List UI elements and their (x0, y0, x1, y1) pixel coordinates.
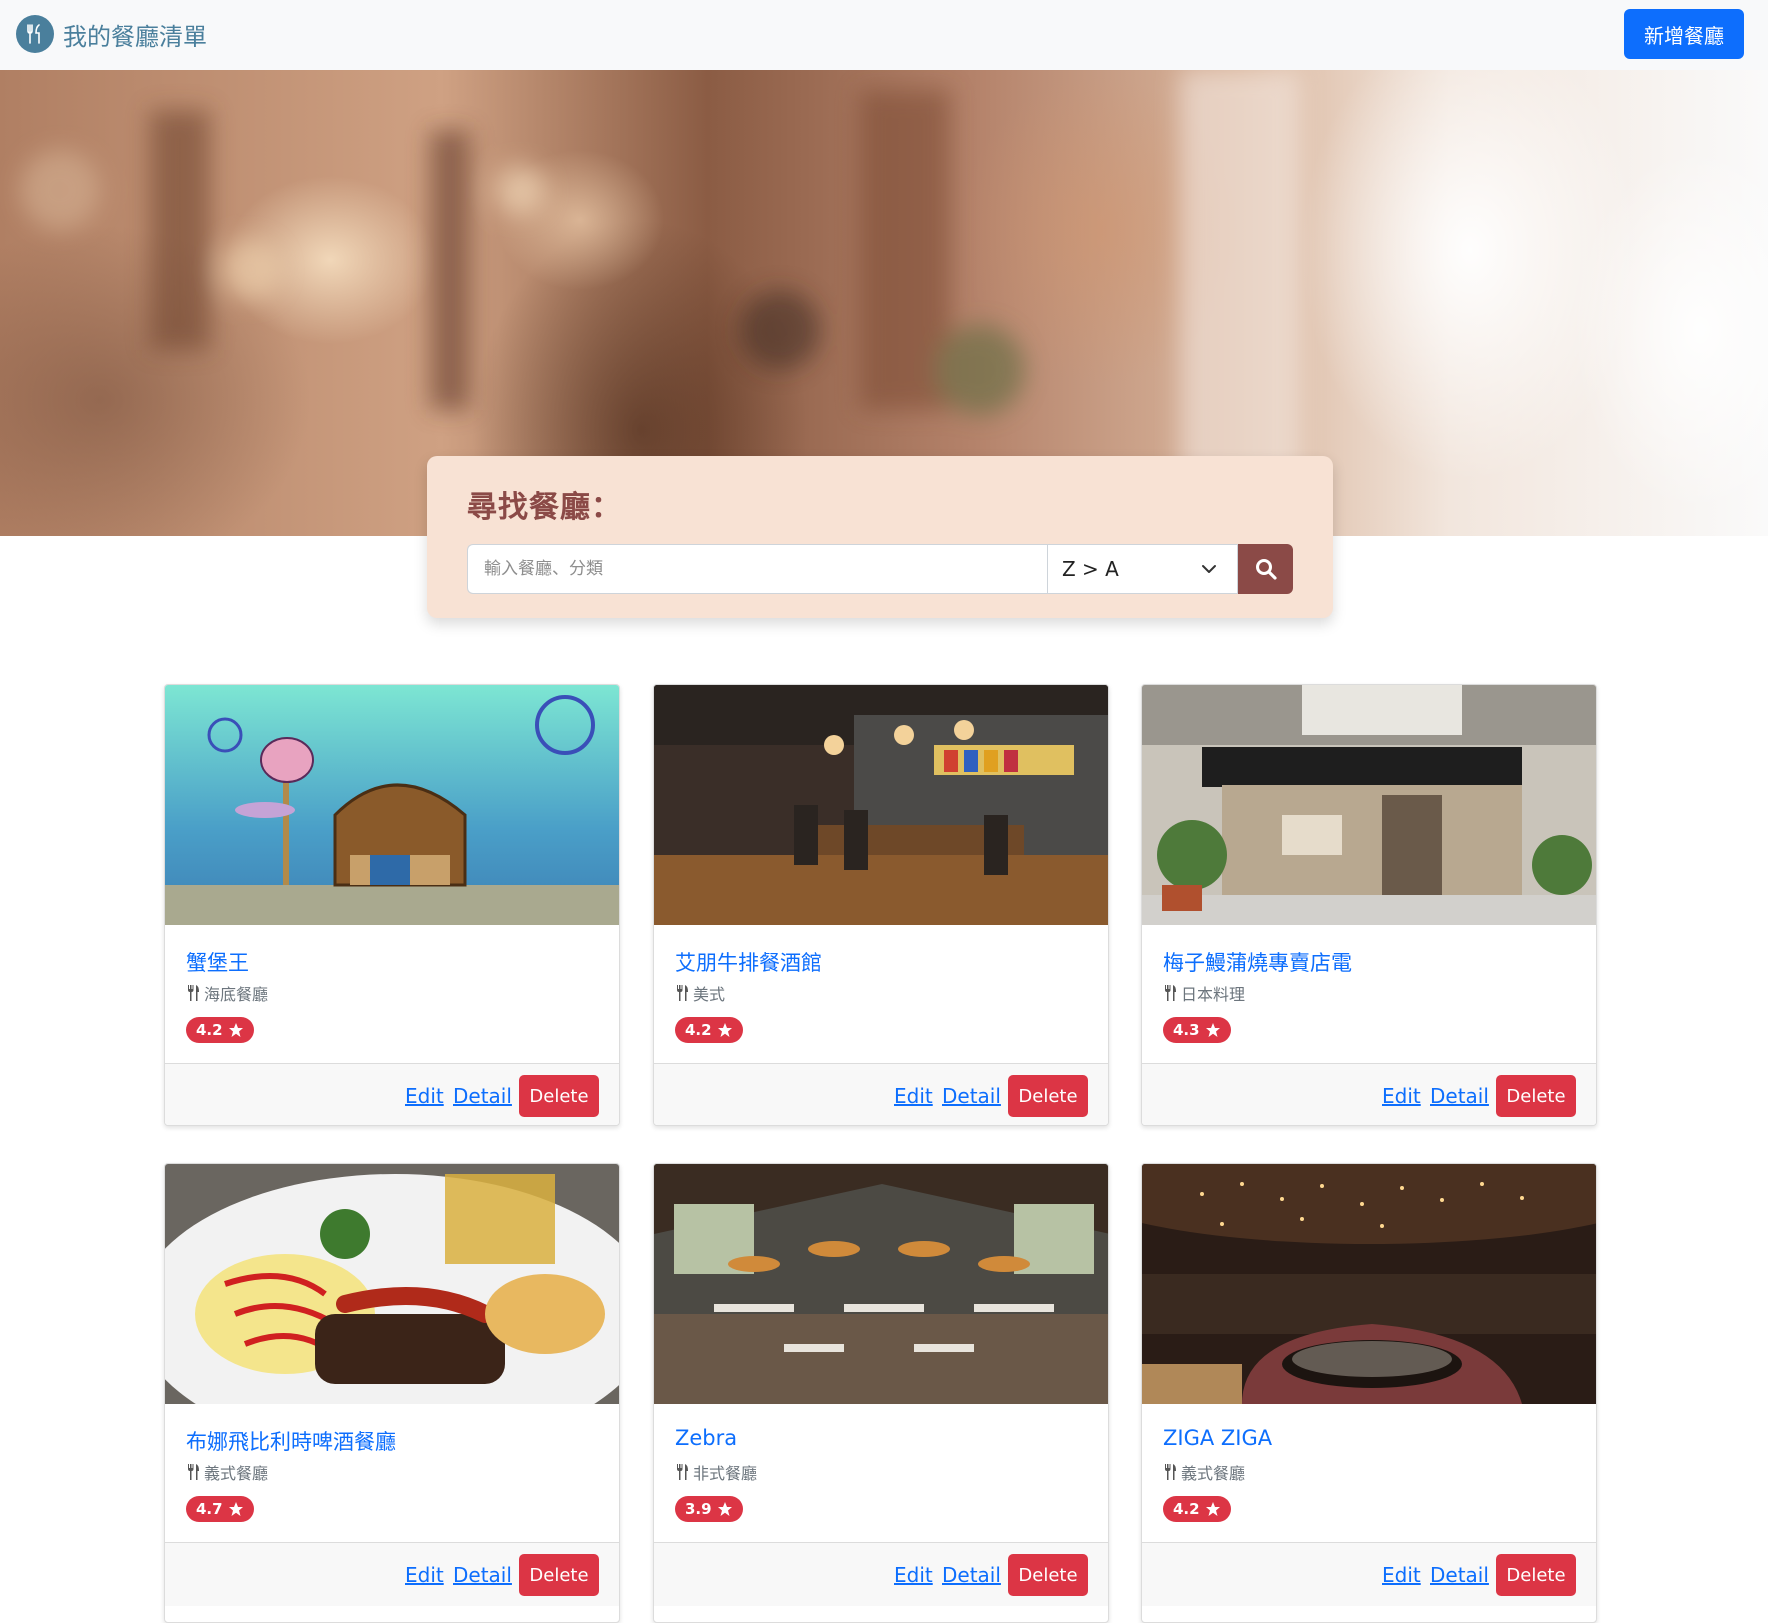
rating-value: 4.3 (1173, 1021, 1200, 1039)
restaurant-category: 海底餐廳 (186, 981, 268, 1005)
card-body: 蟹堡王 海底餐廳 4.2 (165, 925, 619, 1063)
edit-link[interactable]: Edit (1382, 1084, 1421, 1108)
search-input[interactable] (467, 544, 1047, 594)
rating-badge: 4.3 (1163, 1017, 1231, 1043)
card-footer: Edit Detail Delete (165, 1542, 619, 1606)
search-panel: 尋找餐廳： Z > A (427, 456, 1333, 618)
delete-button[interactable]: Delete (1008, 1554, 1088, 1596)
card-footer: Edit Detail Delete (654, 1542, 1108, 1606)
star-icon (717, 1023, 732, 1037)
restaurant-category-label: 義式餐廳 (1181, 1464, 1246, 1483)
card-footer: Edit Detail Delete (1142, 1542, 1596, 1606)
restaurant-name[interactable]: 艾朋牛排餐酒館 (675, 947, 822, 977)
brand-title: 我的餐廳清單 (63, 22, 207, 51)
rating-value: 4.2 (196, 1021, 223, 1039)
restaurant-category: 義式餐廳 (186, 1460, 268, 1484)
utensils-icon (188, 1464, 199, 1480)
edit-link[interactable]: Edit (894, 1563, 933, 1587)
restaurant-name[interactable]: Zebra (675, 1426, 737, 1450)
restaurant-name[interactable]: ZIGA ZIGA (1163, 1426, 1272, 1450)
edit-link[interactable]: Edit (1382, 1563, 1421, 1587)
restaurant-name[interactable]: 布娜飛比利時啤酒餐廳 (186, 1426, 396, 1456)
utensils-icon (1165, 985, 1176, 1001)
rating-value: 4.7 (196, 1500, 223, 1518)
delete-button[interactable]: Delete (519, 1554, 599, 1596)
card-footer: Edit Detail Delete (165, 1063, 619, 1125)
rating-value: 4.2 (1173, 1500, 1200, 1518)
card-footer: Edit Detail Delete (1142, 1063, 1596, 1125)
search-icon (1255, 559, 1277, 580)
detail-link[interactable]: Detail (942, 1563, 1001, 1587)
restaurant-name[interactable]: 梅子鰻蒲燒專賣店電 (1163, 947, 1352, 977)
star-icon (228, 1502, 243, 1516)
detail-link[interactable]: Detail (453, 1563, 512, 1587)
card-footer: Edit Detail Delete (654, 1063, 1108, 1125)
add-restaurant-button[interactable]: 新增餐廳 (1624, 9, 1744, 59)
search-title: 尋找餐廳： (467, 490, 622, 525)
rating-badge: 4.2 (1163, 1496, 1231, 1522)
edit-link[interactable]: Edit (894, 1084, 933, 1108)
brand[interactable]: 我的餐廳清單 (16, 14, 207, 54)
sort-value: Z > A (1062, 557, 1119, 581)
search-button[interactable] (1238, 544, 1293, 594)
navbar: 我的餐廳清單 新增餐廳 (0, 0, 1768, 70)
restaurant-category: 日本料理 (1163, 981, 1245, 1005)
card-body: Zebra 非式餐廳 3.9 (654, 1404, 1108, 1542)
restaurant-photo[interactable] (654, 1164, 1108, 1404)
restaurant-card: ZIGA ZIGA 義式餐廳 4.2 Edit Detail Delete (1141, 1163, 1597, 1623)
utensils-icon (677, 985, 688, 1001)
chevron-down-icon (1202, 565, 1216, 573)
restaurant-photo[interactable] (1142, 685, 1596, 925)
detail-link[interactable]: Detail (1430, 1563, 1489, 1587)
detail-link[interactable]: Detail (942, 1084, 1001, 1108)
rating-value: 3.9 (685, 1500, 712, 1518)
restaurant-photo[interactable] (165, 1164, 619, 1404)
detail-link[interactable]: Detail (453, 1084, 512, 1108)
delete-button[interactable]: Delete (1496, 1075, 1576, 1117)
star-icon (228, 1023, 243, 1037)
restaurant-card: 布娜飛比利時啤酒餐廳 義式餐廳 4.7 Edit Detail Delete (164, 1163, 620, 1623)
restaurant-category-label: 義式餐廳 (204, 1464, 269, 1483)
restaurant-category: 美式 (675, 981, 725, 1005)
restaurant-photo[interactable] (1142, 1164, 1596, 1404)
utensils-icon (677, 1464, 688, 1480)
delete-button[interactable]: Delete (519, 1075, 599, 1117)
utensils-icon (188, 985, 199, 1001)
restaurant-category-label: 非式餐廳 (693, 1464, 758, 1483)
restaurant-photo[interactable] (654, 685, 1108, 925)
rating-value: 4.2 (685, 1021, 712, 1039)
edit-link[interactable]: Edit (405, 1084, 444, 1108)
restaurant-category-label: 日本料理 (1181, 985, 1246, 1004)
star-icon (1205, 1023, 1220, 1037)
edit-link[interactable]: Edit (405, 1563, 444, 1587)
utensils-icon (1165, 1464, 1176, 1480)
rating-badge: 4.2 (186, 1017, 254, 1043)
rating-badge: 4.7 (186, 1496, 254, 1522)
delete-button[interactable]: Delete (1496, 1554, 1576, 1596)
restaurant-category-label: 海底餐廳 (204, 985, 269, 1004)
restaurant-name[interactable]: 蟹堡王 (186, 947, 249, 977)
restaurant-card: 艾朋牛排餐酒館 美式 4.2 Edit Detail Delete (653, 684, 1109, 1126)
sort-select[interactable]: Z > A (1047, 544, 1238, 594)
utensils-icon (16, 15, 54, 53)
rating-badge: 3.9 (675, 1496, 743, 1522)
restaurant-card: 蟹堡王 海底餐廳 4.2 Edit Detail Delete (164, 684, 620, 1126)
restaurant-card: 梅子鰻蒲燒專賣店電 日本料理 4.3 Edit Detail Delete (1141, 684, 1597, 1126)
restaurant-category: 非式餐廳 (675, 1460, 757, 1484)
card-body: ZIGA ZIGA 義式餐廳 4.2 (1142, 1404, 1596, 1542)
restaurant-category-label: 美式 (693, 985, 726, 1004)
card-body: 艾朋牛排餐酒館 美式 4.2 (654, 925, 1108, 1063)
card-body: 梅子鰻蒲燒專賣店電 日本料理 4.3 (1142, 925, 1596, 1063)
star-icon (717, 1502, 732, 1516)
delete-button[interactable]: Delete (1008, 1075, 1088, 1117)
restaurant-card: Zebra 非式餐廳 3.9 Edit Detail Delete (653, 1163, 1109, 1623)
card-body: 布娜飛比利時啤酒餐廳 義式餐廳 4.7 (165, 1404, 619, 1542)
rating-badge: 4.2 (675, 1017, 743, 1043)
restaurant-category: 義式餐廳 (1163, 1460, 1245, 1484)
restaurant-photo[interactable] (165, 685, 619, 925)
detail-link[interactable]: Detail (1430, 1084, 1489, 1108)
star-icon (1205, 1502, 1220, 1516)
